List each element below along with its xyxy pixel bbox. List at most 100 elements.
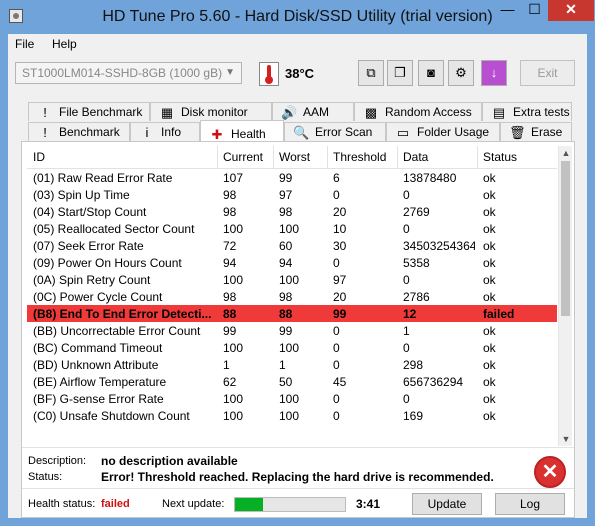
warning-icon: ! (43, 105, 47, 120)
col-worst[interactable]: Worst (279, 150, 310, 164)
tab-disk-monitor[interactable]: ▦ Disk monitor (150, 102, 272, 121)
table-cell: 97 (279, 188, 293, 202)
table-row[interactable]: (09) Power On Hours Count 94 94 0 5358 ok (27, 254, 557, 271)
log-button[interactable]: Log (495, 493, 565, 515)
table-cell: (BC) Command Timeout (33, 341, 163, 355)
table-cell: 107 (223, 171, 244, 185)
client-area: File Help ST1000LM014-SSHD-8GB (1000 gB)… (8, 34, 587, 518)
smart-table[interactable]: ID Current Worst Threshold Data Status (… (27, 146, 557, 446)
menu-file[interactable]: File (15, 37, 34, 51)
tab-aam[interactable]: 🔊 AAM (272, 102, 354, 121)
table-row[interactable]: (03) Spin Up Time 98 97 0 0 ok (27, 186, 557, 203)
table-cell: 34503254364 (403, 239, 475, 253)
temperature-value: 38°C (285, 66, 315, 81)
table-cell: 100 (223, 392, 244, 406)
options-icon[interactable]: ⚙ (448, 60, 474, 86)
table-cell: 0 (333, 188, 340, 202)
table-cell: 10 (333, 222, 347, 236)
table-cell: 97 (333, 273, 347, 287)
table-cell: 100 (279, 409, 300, 423)
table-row[interactable]: (BD) Unknown Attribute 1 1 0 298 ok (27, 356, 557, 373)
table-cell: 0 (403, 188, 410, 202)
table-cell: 94 (223, 256, 237, 270)
table-cell: (BE) Airflow Temperature (33, 375, 167, 389)
tab-label: Folder Usage (417, 125, 490, 139)
table-row[interactable]: (B8) End To End Error Detecti... 88 88 99 12… (27, 305, 557, 322)
table-cell: 656736294 (403, 375, 464, 389)
table-cell: 99 (223, 324, 237, 338)
minimize-button[interactable]: — (494, 0, 521, 21)
table-cell: 169 (403, 409, 424, 423)
table-cell: 5358 (403, 256, 430, 270)
tab-error-scan[interactable]: 🔍 Error Scan (284, 122, 386, 141)
table-row[interactable]: (BF) G-sense Error Rate 100 100 0 0 ok (27, 390, 557, 407)
table-cell: (B8) End To End Error Detecti... (33, 307, 212, 321)
table-cell: 2769 (403, 205, 430, 219)
scroll-up-icon[interactable]: ▲ (559, 146, 573, 160)
copy-screenshot-icon[interactable]: ❐ (387, 60, 413, 86)
save-icon[interactable]: ↓ (481, 60, 507, 86)
list-icon: ▤ (492, 105, 506, 120)
menu-help[interactable]: Help (52, 37, 77, 51)
table-cell: ok (483, 358, 496, 372)
tab-label: Random Access (385, 105, 472, 119)
close-button[interactable]: ✕ (548, 0, 594, 21)
table-cell: 98 (223, 205, 237, 219)
table-cell: (C0) Unsafe Shutdown Count (33, 409, 190, 423)
table-cell: 100 (223, 222, 244, 236)
table-cell: 1 (223, 358, 230, 372)
tab-random-access[interactable]: ▩ Random Access (354, 102, 482, 121)
maximize-button[interactable]: ☐ (521, 0, 548, 21)
tab-label: Health (231, 127, 266, 141)
tab-info[interactable]: i Info (130, 122, 200, 141)
tab-extra-tests[interactable]: ▤ Extra tests (482, 102, 572, 121)
table-row[interactable]: (0C) Power Cycle Count 98 98 20 2786 ok (27, 288, 557, 305)
tab-folder-usage[interactable]: ▭ Folder Usage (386, 122, 500, 141)
col-data[interactable]: Data (403, 150, 428, 164)
tab-benchmark[interactable]: ! Benchmark (28, 122, 130, 141)
camera-icon[interactable]: ◙ (418, 60, 444, 86)
update-button[interactable]: Update (412, 493, 482, 515)
copy-info-icon[interactable]: ⧉ (358, 60, 384, 86)
drive-select[interactable]: ST1000LM014-SSHD-8GB (1000 gB) ▼ (15, 62, 242, 84)
title-bar[interactable]: HD Tune Pro 5.60 - Hard Disk/SSD Utility… (0, 0, 595, 34)
table-cell: (0C) Power Cycle Count (33, 290, 163, 304)
table-cell: 100 (279, 392, 300, 406)
table-cell: 0 (333, 392, 340, 406)
col-current[interactable]: Current (223, 150, 263, 164)
col-status[interactable]: Status (483, 150, 517, 164)
tab-health[interactable]: ✚ Health (200, 120, 284, 142)
table-header: ID Current Worst Threshold Data Status (27, 146, 557, 169)
tab-erase[interactable]: 🗑 Erase (500, 122, 572, 141)
table-cell: 0 (403, 392, 410, 406)
vertical-scrollbar[interactable]: ▲ ▼ (558, 146, 572, 446)
table-cell: 0 (333, 324, 340, 338)
table-row[interactable]: (BE) Airflow Temperature 62 50 45 656736294 o… (27, 373, 557, 390)
scroll-thumb[interactable] (561, 161, 570, 316)
table-cell: (04) Start/Stop Count (33, 205, 147, 219)
table-row[interactable]: (07) Seek Error Rate 72 60 30 34503254364 ok (27, 237, 557, 254)
table-row[interactable]: (BC) Command Timeout 100 100 0 0 ok (27, 339, 557, 356)
table-row[interactable]: (0A) Spin Retry Count 100 100 97 0 ok (27, 271, 557, 288)
table-cell: ok (483, 171, 496, 185)
table-cell: 0 (333, 409, 340, 423)
description-label: Description: (28, 455, 87, 467)
tab-label: Disk monitor (181, 105, 248, 119)
table-cell: 20 (333, 205, 347, 219)
exit-button[interactable]: Exit (520, 60, 575, 86)
tab-file-benchmark[interactable]: ! File Benchmark (28, 102, 150, 121)
table-row[interactable]: (01) Raw Read Error Rate 107 99 6 13878480 ok (27, 169, 557, 186)
table-row[interactable]: (04) Start/Stop Count 98 98 20 2769 ok (27, 203, 557, 220)
col-threshold[interactable]: Threshold (333, 150, 386, 164)
health-status-label: Health status: (28, 498, 96, 510)
table-row[interactable]: (BB) Uncorrectable Error Count 99 99 0 1 ok (27, 322, 557, 339)
tab-label: AAM (303, 105, 330, 119)
error-icon: ✕ (534, 456, 566, 488)
table-row[interactable]: (05) Reallocated Sector Count 100 100 10 0 ok (27, 220, 557, 237)
table-row[interactable]: (C0) Unsafe Shutdown Count 100 100 0 169 ok (27, 407, 557, 424)
status-label: Status: (28, 471, 63, 483)
tab-row-1: ! File Benchmark ▦ Disk monitor 🔊 AAM ▩ … (28, 102, 572, 122)
col-id[interactable]: ID (33, 150, 45, 164)
table-cell: (BD) Unknown Attribute (33, 358, 159, 372)
scroll-down-icon[interactable]: ▼ (559, 432, 573, 446)
